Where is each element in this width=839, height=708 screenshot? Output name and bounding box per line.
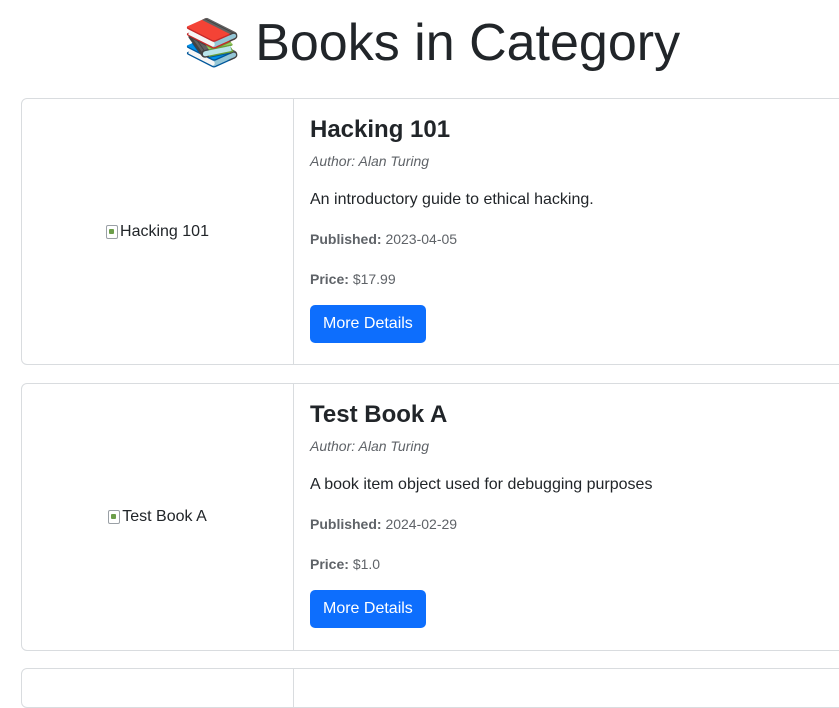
book-card: Test Book A Test Book A Author: Alan Tur… xyxy=(21,383,839,651)
broken-image-icon xyxy=(106,224,119,239)
price-value: $17.99 xyxy=(352,271,396,287)
book-author: Author: Alan Turing xyxy=(310,438,430,454)
price-label: Price: xyxy=(310,271,349,287)
more-details-button[interactable]: More Details xyxy=(310,305,426,343)
more-details-button[interactable]: More Details xyxy=(310,590,426,628)
book-cover-image: Test Book A xyxy=(108,508,207,526)
published-label: Published: xyxy=(310,231,382,247)
book-description: An introductory guide to ethical hacking… xyxy=(310,191,594,208)
page-title: 📚 Books in Category xyxy=(0,6,839,79)
broken-image-icon xyxy=(108,510,121,524)
price-value: $1.0 xyxy=(352,556,381,572)
book-card-body: Hacking 101 Author: Alan Turing An intro… xyxy=(294,99,839,364)
page-title-text: Books in Category xyxy=(255,14,681,72)
book-author: Author: Alan Turing xyxy=(310,153,430,169)
book-title: Hacking 101 xyxy=(310,116,451,143)
book-description: A book item object used for debugging pu… xyxy=(310,476,653,493)
book-cover-alt: Hacking 101 xyxy=(120,222,209,240)
book-title: Test Book A xyxy=(310,401,448,428)
book-cover-image: Hacking 101 xyxy=(106,223,209,241)
book-published: Published: 2024-02-29 xyxy=(310,514,839,534)
book-card-body: Test Book A Author: Alan Turing A book i… xyxy=(294,384,839,650)
book-price: Price: $17.99 xyxy=(310,269,839,289)
published-date: 2023-04-05 xyxy=(385,231,458,247)
published-date: 2024-02-29 xyxy=(385,516,458,532)
book-image-container: Hacking 101 xyxy=(22,99,294,364)
book-image-container: Test Book A xyxy=(22,384,294,650)
books-icon: 📚 xyxy=(183,16,242,68)
book-card-partial xyxy=(21,668,839,708)
book-cover-alt: Test Book A xyxy=(122,508,207,525)
book-published: Published: 2023-04-05 xyxy=(310,229,839,249)
price-label: Price: xyxy=(310,556,349,572)
book-card: Hacking 101 Hacking 101 Author: Alan Tur… xyxy=(21,98,839,365)
published-label: Published: xyxy=(310,516,382,532)
book-price: Price: $1.0 xyxy=(310,554,839,574)
